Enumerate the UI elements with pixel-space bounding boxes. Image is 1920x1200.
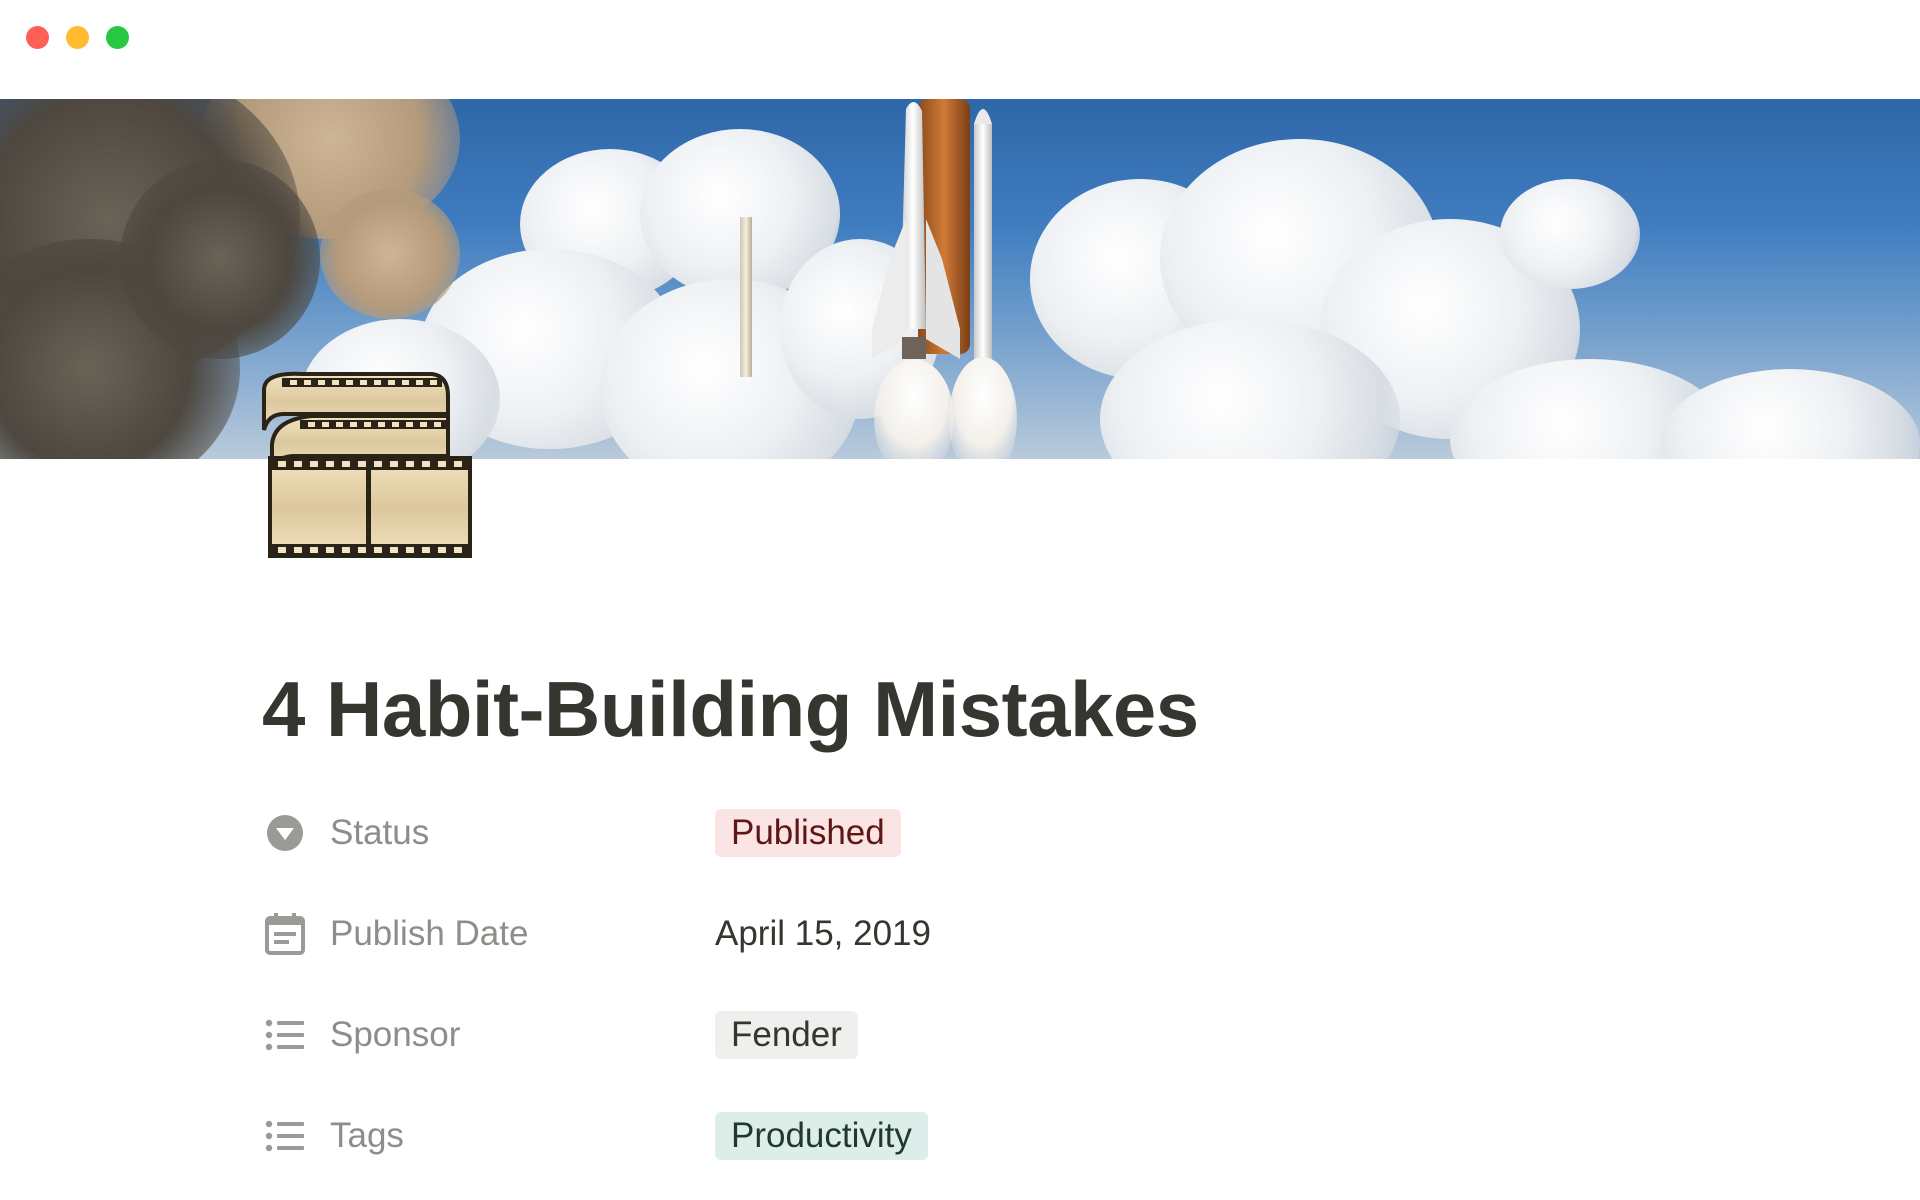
property-value[interactable]: Productivity — [715, 1106, 928, 1166]
property-value[interactable]: Fender — [715, 1005, 858, 1065]
property-row-tags[interactable]: Tags Productivity — [262, 1106, 1662, 1166]
property-name: Publish Date — [330, 914, 529, 953]
space-shuttle-image — [872, 99, 1017, 459]
close-window-button[interactable] — [26, 26, 49, 49]
property-label[interactable]: Tags — [262, 1106, 404, 1166]
film-strip-icon[interactable] — [262, 370, 474, 560]
property-name: Status — [330, 813, 430, 852]
property-value[interactable]: Published — [715, 803, 901, 863]
property-label[interactable]: Sponsor — [262, 1005, 460, 1065]
property-value[interactable]: April 15, 2019 — [715, 904, 931, 964]
property-row-publish-date[interactable]: Publish Date April 15, 2019 — [262, 904, 1662, 964]
property-label[interactable]: Status — [262, 803, 429, 863]
list-icon — [262, 1113, 308, 1159]
publish-date-value[interactable]: April 15, 2019 — [715, 914, 931, 954]
minimize-window-button[interactable] — [66, 26, 89, 49]
property-label[interactable]: Publish Date — [262, 904, 528, 964]
sponsor-tag[interactable]: Fender — [715, 1011, 858, 1059]
productivity-tag[interactable]: Productivity — [715, 1112, 928, 1160]
page-title[interactable]: 4 Habit-Building Mistakes — [262, 664, 1199, 755]
list-icon — [262, 1012, 308, 1058]
status-icon — [262, 810, 308, 856]
property-row-sponsor[interactable]: Sponsor Fender — [262, 1005, 1662, 1065]
maximize-window-button[interactable] — [106, 26, 129, 49]
property-name: Sponsor — [330, 1015, 461, 1054]
status-tag[interactable]: Published — [715, 809, 901, 857]
calendar-icon — [262, 911, 308, 957]
property-name: Tags — [330, 1116, 404, 1155]
window-titlebar — [0, 0, 1920, 99]
property-row-status[interactable]: Status Published — [262, 803, 1662, 863]
